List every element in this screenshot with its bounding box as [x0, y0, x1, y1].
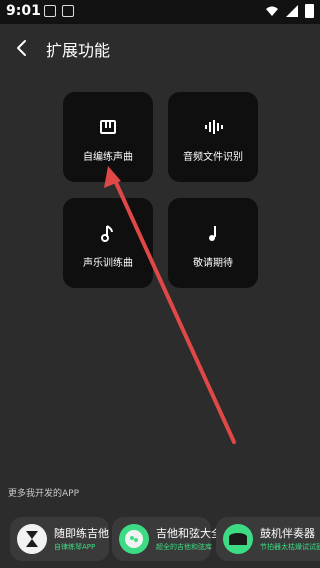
piano-icon — [100, 120, 116, 134]
back-arrow-icon[interactable] — [10, 36, 34, 60]
tile-label: 敬请期待 — [193, 258, 233, 269]
annotation-arrow — [104, 166, 236, 444]
tile-vocal-training-song[interactable]: 声乐训练曲 — [63, 198, 153, 288]
app-logo-drum-machine — [223, 524, 253, 554]
tile-label: 自编练声曲 — [83, 152, 133, 163]
app-card-guitar-chords[interactable]: 吉他和弦大全 超全的吉他和弦库 — [112, 517, 222, 561]
app-subtitle: 超全的吉他和弦库 — [156, 543, 212, 551]
status-time: 9:01 — [6, 3, 41, 19]
battery-icon — [305, 4, 314, 18]
page-title: 扩展功能 — [46, 41, 111, 60]
app-logo-guitar-practice — [17, 524, 47, 554]
app-subtitle: 自律练琴APP — [54, 543, 96, 551]
single-note-icon — [209, 226, 216, 241]
app-card-guitar-practice[interactable]: 随即练吉他 自律练琴APP — [10, 517, 109, 561]
status-right-icons — [265, 4, 314, 18]
app-logo-guitar-chords — [119, 524, 149, 554]
drum-icon — [229, 533, 247, 545]
tile-audio-recognition[interactable]: 音频文件识别 — [168, 92, 258, 182]
app-name: 吉他和弦大全 — [156, 527, 222, 540]
app-name: 鼓机伴奏器 — [260, 527, 315, 540]
tile-label: 声乐训练曲 — [83, 258, 133, 269]
app-card-drum-machine[interactable]: 鼓机伴奏器 节拍器太枯燥试试鼓机 — [216, 517, 320, 561]
status-bar: 9:01 — [0, 0, 320, 24]
wifi-icon — [266, 6, 278, 16]
tile-label: 音频文件识别 — [183, 152, 243, 163]
signal-icon — [286, 5, 298, 17]
music-note-icon — [101, 225, 113, 242]
image-icon — [62, 5, 74, 17]
tile-custom-vocal-exercise[interactable]: 自编练声曲 — [63, 92, 153, 182]
waveform-icon — [205, 120, 223, 134]
app-subtitle: 节拍器太枯燥试试鼓机 — [260, 543, 320, 551]
sim-icon — [44, 5, 56, 17]
more-apps-strip[interactable]: 随即练吉他 自律练琴APP 吉他和弦大全 超全的吉他和弦库 鼓机伴奏器 节拍器太… — [0, 509, 320, 568]
chord-icon — [125, 530, 143, 548]
app-bar: 扩展功能 — [0, 24, 320, 72]
tile-coming-soon[interactable]: 敬请期待 — [168, 198, 258, 288]
more-apps-title: 更多我开发的APP — [8, 489, 80, 499]
app-name: 随即练吉他 — [54, 527, 109, 540]
hourglass-icon — [26, 531, 38, 547]
